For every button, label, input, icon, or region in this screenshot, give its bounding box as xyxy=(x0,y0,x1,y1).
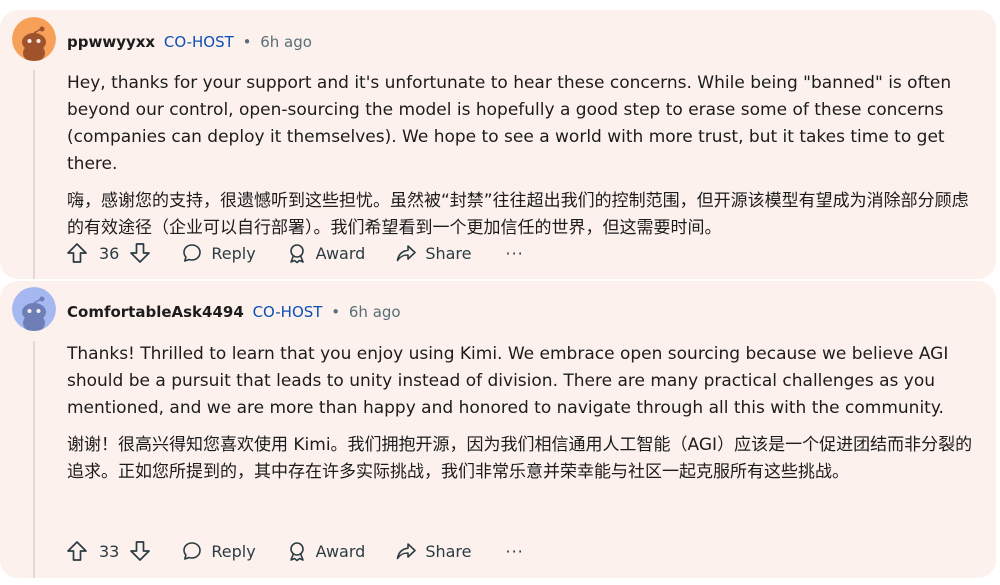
share-button[interactable]: Share xyxy=(395,540,471,562)
award-button[interactable]: Award xyxy=(286,242,366,264)
vote-group: 33 xyxy=(66,540,151,562)
avatar[interactable] xyxy=(12,17,56,61)
comment-body: Thanks! Thrilled to learn that you enjoy… xyxy=(67,341,985,486)
reply-button[interactable]: Reply xyxy=(181,540,256,562)
vote-count: 33 xyxy=(99,541,120,561)
separator-dot: • xyxy=(242,33,252,51)
upvote-icon[interactable] xyxy=(66,540,88,562)
reply-button[interactable]: Reply xyxy=(181,242,256,264)
share-label: Share xyxy=(425,243,472,263)
comment-thread: ppwwyyxx CO-HOST • 6h ago Hey, thanks fo… xyxy=(0,0,1000,585)
share-icon xyxy=(395,242,417,264)
comment-meta: ppwwyyxx CO-HOST • 6h ago xyxy=(67,32,312,52)
comment-body: Hey, thanks for your support and it's un… xyxy=(67,70,985,242)
vote-count: 36 xyxy=(99,243,120,263)
snoo-avatar-icon xyxy=(12,287,56,331)
reply-icon xyxy=(181,540,203,562)
role-badge: CO-HOST xyxy=(252,303,323,321)
comment: ppwwyyxx CO-HOST • 6h ago Hey, thanks fo… xyxy=(0,10,996,279)
comment: ComfortableAsk4494 CO-HOST • 6h ago Than… xyxy=(0,281,996,578)
username[interactable]: ppwwyyxx xyxy=(67,33,155,51)
snoo-avatar-icon xyxy=(12,17,56,61)
downvote-icon[interactable] xyxy=(129,540,151,562)
username[interactable]: ComfortableAsk4494 xyxy=(67,303,244,321)
role-badge: CO-HOST xyxy=(163,33,234,51)
reply-icon xyxy=(181,242,203,264)
upvote-icon[interactable] xyxy=(66,242,88,264)
award-icon xyxy=(286,540,308,562)
comment-actions: 33 Reply Award Share ··· xyxy=(66,536,524,566)
comment-meta: ComfortableAsk4494 CO-HOST • 6h ago xyxy=(67,302,401,322)
separator-dot: • xyxy=(331,303,341,321)
comment-actions: 36 Reply Award Share ··· xyxy=(66,238,524,268)
share-button[interactable]: Share xyxy=(395,242,471,264)
timestamp[interactable]: 6h ago xyxy=(260,33,312,51)
award-label: Award xyxy=(315,243,366,263)
reply-label: Reply xyxy=(211,243,256,263)
comment-text-zh: 嗨，感谢您的支持，很遗憾听到这些担忧。虽然被“封禁”往往超出我们的控制范围，但开… xyxy=(67,191,969,238)
reply-label: Reply xyxy=(211,541,256,561)
more-options-icon[interactable]: ··· xyxy=(505,244,523,263)
vote-group: 36 xyxy=(66,242,151,264)
thread-line[interactable] xyxy=(33,70,35,279)
downvote-icon[interactable] xyxy=(129,242,151,264)
more-options-icon[interactable]: ··· xyxy=(505,542,523,561)
share-label: Share xyxy=(425,541,472,561)
award-icon xyxy=(286,242,308,264)
thread-line[interactable] xyxy=(33,341,35,578)
award-label: Award xyxy=(315,541,366,561)
timestamp[interactable]: 6h ago xyxy=(349,303,401,321)
comment-text-zh: 谢谢！很高兴得知您喜欢使用 Kimi。我们拥抱开源，因为我们相信通用人工智能（A… xyxy=(67,435,973,482)
comment-text-en: Thanks! Thrilled to learn that you enjoy… xyxy=(67,344,949,418)
avatar[interactable] xyxy=(12,287,56,331)
share-icon xyxy=(395,540,417,562)
comment-text-en: Hey, thanks for your support and it's un… xyxy=(67,73,952,174)
award-button[interactable]: Award xyxy=(286,540,366,562)
